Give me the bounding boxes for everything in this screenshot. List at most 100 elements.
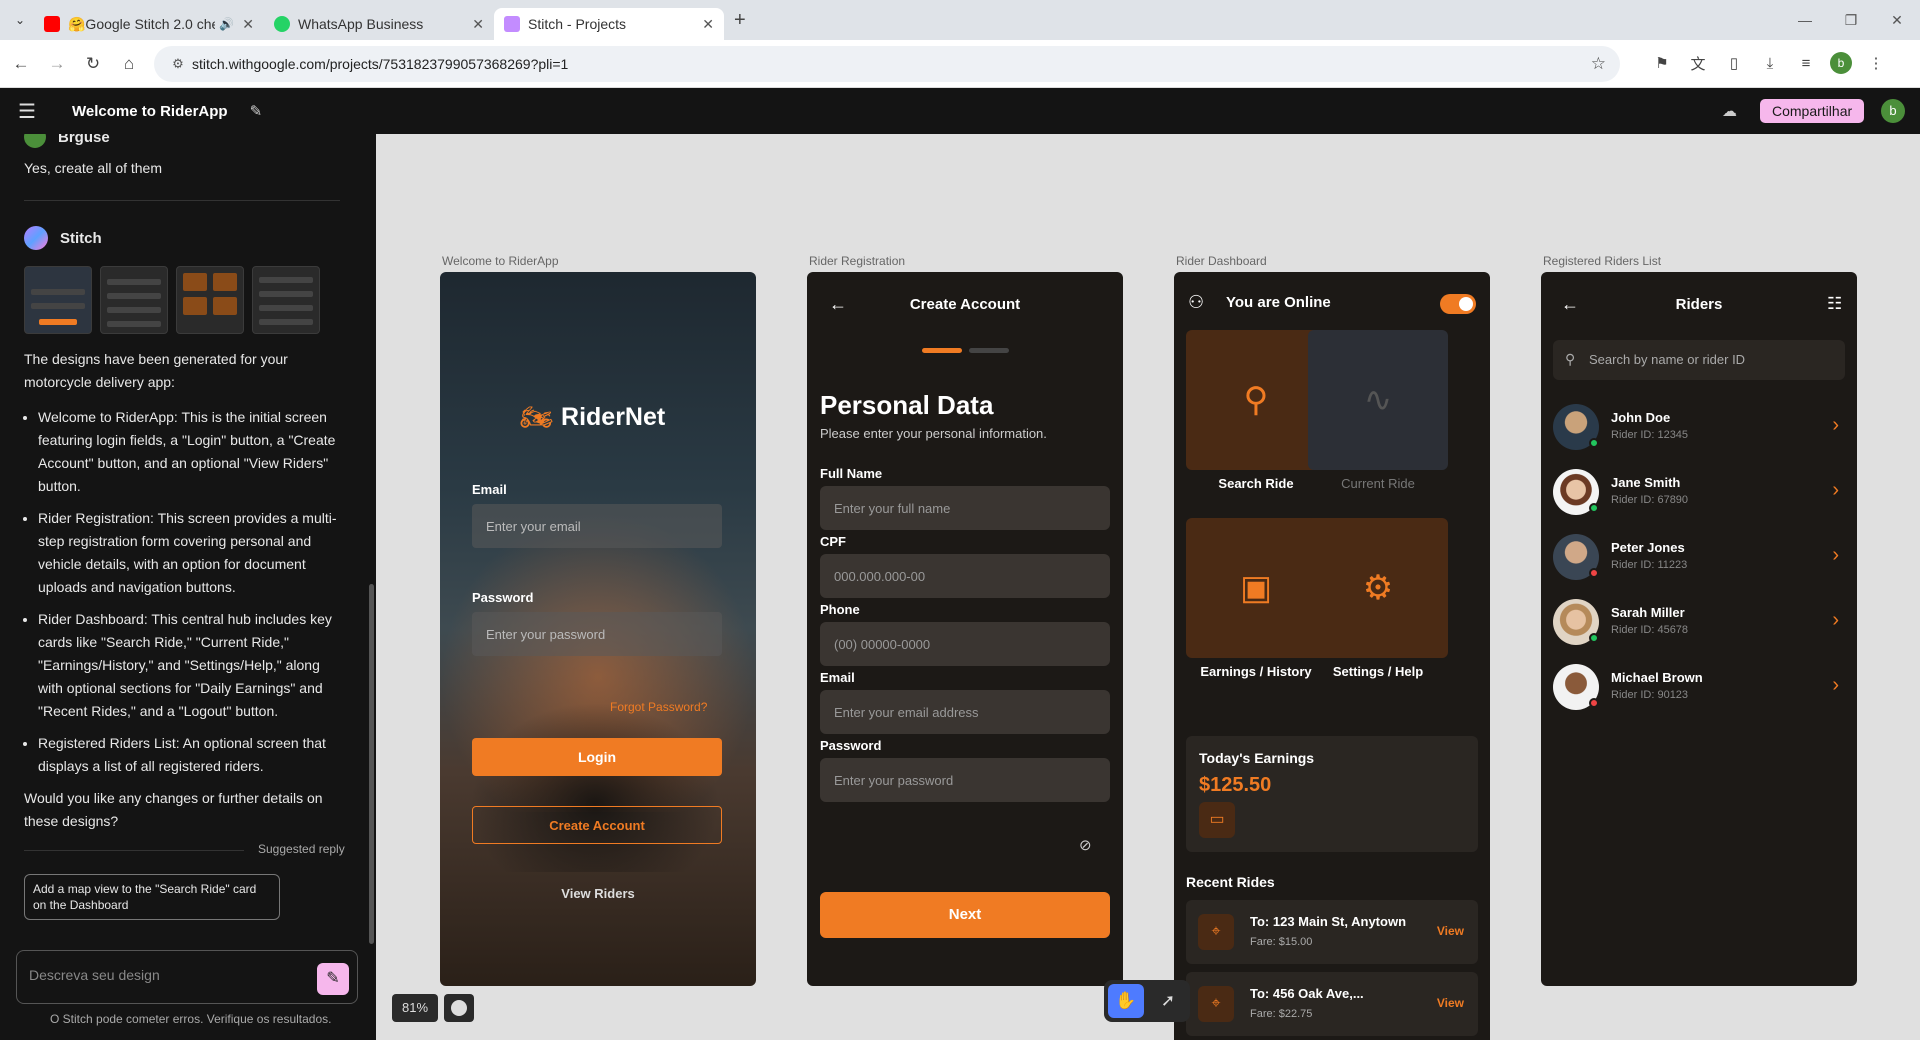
sidebar-scrollbar[interactable]: [369, 584, 374, 944]
design-canvas[interactable]: Welcome to RiderApp Rider Registration R…: [376, 134, 1920, 1040]
home-icon[interactable]: ⌂: [114, 54, 144, 74]
hand-tool-icon[interactable]: ✋: [1108, 984, 1144, 1018]
earnings-history-card[interactable]: ▣: [1186, 518, 1326, 658]
download-icon[interactable]: ⤓: [1758, 55, 1782, 72]
edit-pencil-icon[interactable]: ✎: [250, 102, 263, 120]
list-item: Registered Riders List: An optional scre…: [38, 732, 344, 778]
welcome-screen[interactable]: 🏍 RiderNet Email Password Forgot Passwor…: [440, 272, 756, 986]
view-ride-link[interactable]: View: [1437, 924, 1464, 938]
new-tab-icon[interactable]: +: [734, 9, 746, 32]
motorcycle-rider-image: [470, 702, 720, 872]
thumbnail-dashboard[interactable]: [176, 266, 244, 334]
tab-whatsapp[interactable]: WhatsApp Business ✕: [264, 8, 494, 40]
list-item: Rider Registration: This screen provides…: [38, 507, 344, 599]
rider-row[interactable]: John Doe Rider ID: 12345 ›: [1553, 402, 1845, 454]
thumbnail-registration[interactable]: [100, 266, 168, 334]
chevron-right-icon[interactable]: ›: [1832, 414, 1839, 437]
media-icon[interactable]: ≡: [1794, 55, 1818, 72]
forward-icon[interactable]: →: [42, 54, 72, 74]
reload-icon[interactable]: ↻: [78, 54, 108, 74]
close-tab-icon[interactable]: ✕: [472, 16, 484, 33]
tab-search-icon[interactable]: ⌄: [6, 6, 34, 34]
hamburger-menu-icon[interactable]: ☰: [18, 99, 48, 124]
registration-screen[interactable]: ← Create Account Personal Data Please en…: [807, 272, 1123, 986]
gear-icon: ⚙: [1362, 569, 1394, 607]
login-button[interactable]: Login: [472, 738, 722, 776]
view-ride-link[interactable]: View: [1437, 996, 1464, 1010]
tab-youtube[interactable]: 🤗Google Stitch 2.0 chegou 🔊 ✕: [34, 8, 264, 40]
tab-stitch[interactable]: Stitch - Projects ✕: [494, 8, 724, 40]
chevron-right-icon[interactable]: ›: [1832, 479, 1839, 502]
cloud-sync-icon[interactable]: ☁: [1722, 102, 1737, 120]
password-field[interactable]: [472, 612, 722, 656]
forgot-password-link[interactable]: Forgot Password?: [610, 700, 707, 714]
rider-row[interactable]: Sarah Miller Rider ID: 45678 ›: [1553, 597, 1845, 649]
password-field[interactable]: [820, 758, 1110, 802]
url-text[interactable]: stitch.withgoogle.com/projects/753182379…: [192, 56, 568, 72]
riders-list-screen[interactable]: ← Riders ☷ ⚲ John Doe Rider ID: 12345 › …: [1541, 272, 1857, 986]
status-dot: [1589, 568, 1599, 578]
generate-wand-icon[interactable]: ✎: [317, 963, 349, 995]
create-account-button[interactable]: Create Account: [472, 806, 722, 844]
rider-row[interactable]: Michael Brown Rider ID: 90123 ›: [1553, 662, 1845, 714]
email-field[interactable]: [820, 690, 1110, 734]
site-info-icon[interactable]: ⚙: [164, 56, 192, 72]
rider-search-input[interactable]: [1589, 352, 1829, 367]
filter-sliders-icon[interactable]: ☷: [1827, 294, 1842, 314]
suggested-reply-button[interactable]: Add a map view to the "Search Ride" card…: [24, 874, 280, 920]
dashboard-screen[interactable]: ⚇ You are Online ⚲ ∿ Search Ride Current…: [1174, 272, 1490, 1040]
omnibox[interactable]: ⚙ stitch.withgoogle.com/projects/7531823…: [154, 46, 1620, 82]
online-toggle[interactable]: [1440, 294, 1476, 314]
rider-name: Peter Jones: [1611, 540, 1685, 555]
phone-field[interactable]: [820, 622, 1110, 666]
view-riders-link[interactable]: View Riders: [440, 886, 756, 901]
chevron-right-icon[interactable]: ›: [1832, 609, 1839, 632]
profile-avatar[interactable]: b: [1830, 52, 1852, 74]
bookmark-star-icon[interactable]: ☆: [1591, 54, 1606, 74]
cpf-field[interactable]: [820, 554, 1110, 598]
reading-mode-icon[interactable]: ▯: [1722, 54, 1746, 72]
zoom-level[interactable]: 81%: [392, 994, 438, 1022]
status-dot: [1589, 438, 1599, 448]
ride-item[interactable]: ⌖ To: 456 Oak Ave,... Fare: $22.75 View: [1186, 972, 1478, 1036]
audio-icon[interactable]: 🔊: [219, 17, 234, 31]
circle-icon: [451, 1000, 467, 1016]
user-avatar[interactable]: b: [1881, 99, 1905, 123]
chevron-right-icon[interactable]: ›: [1832, 674, 1839, 697]
ride-fare: Fare: $15.00: [1250, 936, 1313, 948]
menu-dots-icon[interactable]: ⋮: [1864, 54, 1888, 72]
rider-row[interactable]: Jane Smith Rider ID: 67890 ›: [1553, 467, 1845, 519]
back-icon[interactable]: ←: [6, 54, 36, 74]
thumbnail-welcome[interactable]: [24, 266, 92, 334]
close-tab-icon[interactable]: ✕: [702, 16, 714, 33]
ride-item[interactable]: ⌖ To: 123 Main St, Anytown Fare: $15.00 …: [1186, 900, 1478, 964]
translate-icon[interactable]: 文: [1686, 53, 1710, 74]
thumbnail-riders[interactable]: [252, 266, 320, 334]
divider: [24, 850, 244, 851]
rider-row[interactable]: Peter Jones Rider ID: 11223 ›: [1553, 532, 1845, 584]
user-name: Brguse: [58, 134, 110, 146]
earnings-value: $125.50: [1199, 774, 1272, 796]
step-indicator-inactive: [969, 348, 1009, 353]
pointer-tool-icon[interactable]: ➚: [1150, 984, 1186, 1018]
close-window-icon[interactable]: ✕: [1874, 12, 1920, 29]
email-field[interactable]: [472, 504, 722, 548]
rider-id: Rider ID: 67890: [1611, 494, 1689, 506]
minimize-icon[interactable]: —: [1782, 12, 1828, 28]
extension-icon[interactable]: ⚑: [1650, 54, 1674, 72]
current-ride-card[interactable]: ∿: [1308, 330, 1448, 470]
full-name-field[interactable]: [820, 486, 1110, 530]
share-button[interactable]: Compartilhar: [1760, 99, 1865, 123]
search-icon: ⚲: [1565, 351, 1576, 367]
rider-name: Sarah Miller: [1611, 605, 1685, 620]
settings-help-card[interactable]: ⚙: [1308, 518, 1448, 658]
search-ride-card[interactable]: ⚲: [1186, 330, 1326, 470]
prompt-input[interactable]: [29, 967, 309, 983]
eye-off-icon[interactable]: ⊘: [1079, 836, 1092, 854]
restore-icon[interactable]: ❐: [1828, 12, 1874, 29]
next-button[interactable]: Next: [820, 892, 1110, 938]
chevron-right-icon[interactable]: ›: [1832, 544, 1839, 567]
rider-id: Rider ID: 45678: [1611, 624, 1689, 636]
theme-toggle[interactable]: [444, 994, 474, 1022]
close-tab-icon[interactable]: ✕: [242, 16, 254, 33]
